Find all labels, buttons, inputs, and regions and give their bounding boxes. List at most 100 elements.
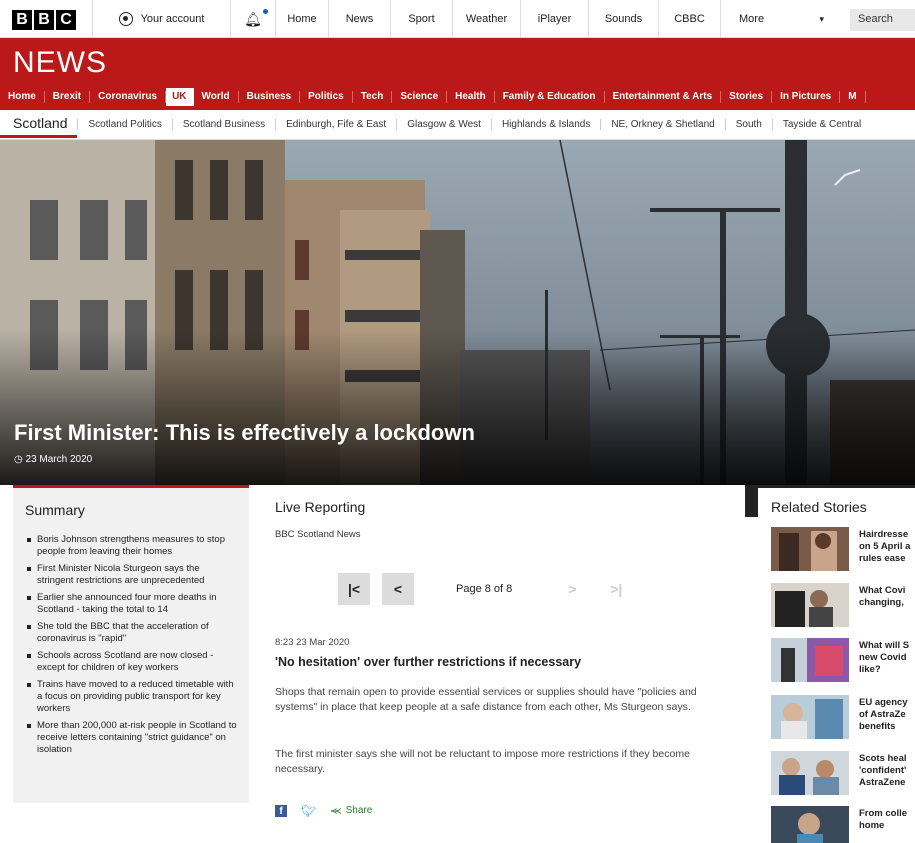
- news-nav-home[interactable]: Home: [0, 91, 45, 103]
- live-title: Live Reporting: [275, 499, 366, 515]
- pagination: |< < Page 8 of 8 > >|: [338, 573, 644, 605]
- news-nav-health[interactable]: Health: [447, 91, 495, 103]
- nav-label: Weather: [465, 13, 508, 25]
- related-thumbnail: [771, 751, 849, 795]
- news-nav-uk[interactable]: UK: [166, 88, 194, 106]
- nav-label: Sport: [408, 13, 435, 25]
- nav-home[interactable]: Home: [275, 0, 328, 38]
- next-page-button[interactable]: >: [556, 573, 588, 605]
- summary-item: More than 200,000 at-risk people in Scot…: [25, 720, 237, 756]
- hero-date-text: 23 March 2020: [25, 454, 93, 465]
- live-reporting-panel: Live Reporting BBC Scotland News |< < Pa…: [262, 485, 758, 843]
- live-header-bar: [745, 485, 758, 517]
- related-headline: From colle home: [859, 808, 908, 831]
- nav-sounds[interactable]: Sounds: [588, 0, 658, 38]
- related-thumbnail: [771, 695, 849, 739]
- summary-item: Boris Johnson strengthens measures to st…: [25, 534, 237, 558]
- notifications-button[interactable]: 🔔︎: [230, 0, 275, 38]
- facebook-icon[interactable]: f: [275, 804, 287, 817]
- chevron-down-icon: ▾: [819, 13, 824, 24]
- related-headline: Hairdresse on 5 April a rules ease: [859, 529, 911, 564]
- entry-headline: 'No hesitation' over further restriction…: [275, 655, 582, 669]
- share-icon[interactable]: ⪻: [330, 803, 341, 818]
- search-input[interactable]: Search: [850, 9, 915, 31]
- summary-title: Summary: [25, 502, 85, 518]
- nav-label: More: [739, 13, 765, 25]
- bbc-news-page: B B C Your account 🔔︎ Home News Sport We…: [0, 0, 915, 843]
- news-nav-world[interactable]: World: [194, 91, 239, 103]
- region-subnav: Scotland Scotland Politics Scotland Busi…: [0, 110, 915, 140]
- news-nav-science[interactable]: Science: [392, 91, 448, 103]
- related-title: Related Stories: [771, 499, 867, 515]
- news-nav-family-education[interactable]: Family & Education: [495, 91, 605, 103]
- news-wordmark[interactable]: NEWS: [13, 46, 107, 80]
- subnav-item[interactable]: Scotland Politics: [77, 119, 171, 130]
- summary-list: Boris Johnson strengthens measures to st…: [25, 534, 237, 756]
- logo-letter: B: [34, 10, 54, 30]
- nav-iplayer[interactable]: iPlayer: [520, 0, 588, 38]
- first-page-button[interactable]: |<: [338, 573, 370, 605]
- related-thumbnail: [771, 806, 849, 843]
- news-nav-stories[interactable]: Stories: [721, 91, 773, 103]
- subnav-region-scotland[interactable]: Scotland: [0, 111, 78, 138]
- related-story[interactable]: Hairdresse on 5 April a rules ease: [771, 527, 915, 573]
- account-button[interactable]: Your account: [92, 0, 230, 38]
- live-header: Live Reporting: [262, 485, 746, 517]
- nav-label: News: [345, 13, 374, 25]
- related-story[interactable]: Scots heal 'confident' AstraZene: [771, 751, 915, 797]
- news-nav-more[interactable]: M: [840, 91, 866, 103]
- news-nav-entertainment-arts[interactable]: Entertainment & Arts: [605, 91, 722, 103]
- related-story[interactable]: What Covi changing,: [771, 583, 915, 629]
- related-headline: EU agency of AstraZe benefits: [859, 697, 908, 732]
- news-nav-tech[interactable]: Tech: [353, 91, 393, 103]
- related-headline: What will S new Covid like?: [859, 640, 910, 675]
- subnav-item[interactable]: Scotland Business: [171, 119, 275, 130]
- summary-item: She told the BBC that the acceleration o…: [25, 621, 237, 645]
- account-label: Your account: [140, 13, 205, 25]
- news-nav-brexit[interactable]: Brexit: [45, 91, 91, 103]
- last-page-button[interactable]: >|: [600, 573, 632, 605]
- news-header: NEWS Home Brexit Coronavirus UK World Bu…: [0, 38, 915, 110]
- page-indicator: Page 8 of 8: [456, 583, 513, 595]
- news-nav-business[interactable]: Business: [239, 91, 301, 103]
- subnav-item[interactable]: Highlands & Islands: [490, 119, 600, 130]
- subnav-item[interactable]: NE, Orkney & Shetland: [600, 119, 724, 130]
- related-story[interactable]: From colle home: [771, 806, 915, 843]
- entry-timestamp: 8:23 23 Mar 2020: [275, 637, 350, 648]
- nav-sport[interactable]: Sport: [390, 0, 452, 38]
- previous-page-button[interactable]: <: [382, 573, 414, 605]
- subnav-item[interactable]: South: [724, 119, 772, 130]
- share-button[interactable]: Share: [346, 805, 373, 816]
- bell-icon: 🔔︎: [244, 8, 268, 28]
- news-nav-politics[interactable]: Politics: [300, 91, 353, 103]
- live-source: BBC Scotland News: [275, 529, 361, 540]
- subnav-item[interactable]: Edinburgh, Fife & East: [275, 119, 396, 130]
- nav-news[interactable]: News: [328, 0, 390, 38]
- nav-cbbc[interactable]: CBBC: [658, 0, 720, 38]
- related-story[interactable]: What will S new Covid like?: [771, 638, 915, 684]
- related-thumbnail: [771, 527, 849, 571]
- related-stories-panel: Related Stories Hairdresse on 5 April a …: [758, 485, 915, 843]
- nav-label: iPlayer: [537, 13, 572, 25]
- summary-item: Schools across Scotland are now closed -…: [25, 650, 237, 674]
- news-nav-in-pictures[interactable]: In Pictures: [772, 91, 841, 103]
- share-bar: f 🐦︎ ⪻ Share: [275, 803, 372, 818]
- nav-label: Home: [287, 13, 317, 25]
- news-nav: Home Brexit Coronavirus UK World Busines…: [0, 88, 866, 106]
- twitter-icon[interactable]: 🐦︎: [301, 804, 316, 818]
- nav-more[interactable]: More ▾: [720, 0, 842, 38]
- nav-label: CBBC: [674, 13, 705, 25]
- hero-headline[interactable]: First Minister: This is effectively a lo…: [14, 420, 475, 446]
- hero-banner: First Minister: This is effectively a lo…: [0, 140, 915, 485]
- nav-weather[interactable]: Weather: [452, 0, 520, 38]
- related-thumbnail: [771, 583, 849, 627]
- bbc-top-bar: B B C Your account 🔔︎ Home News Sport We…: [0, 0, 915, 38]
- news-nav-coronavirus[interactable]: Coronavirus: [90, 91, 167, 103]
- subnav-item[interactable]: Tayside & Central: [771, 119, 871, 130]
- related-story[interactable]: EU agency of AstraZe benefits: [771, 695, 915, 741]
- logo-letter: B: [12, 10, 32, 30]
- hero-date: ◷ 23 March 2020: [14, 454, 92, 465]
- account-icon: [118, 12, 133, 26]
- bbc-logo[interactable]: B B C: [12, 10, 76, 30]
- subnav-item[interactable]: Glasgow & West: [396, 119, 491, 130]
